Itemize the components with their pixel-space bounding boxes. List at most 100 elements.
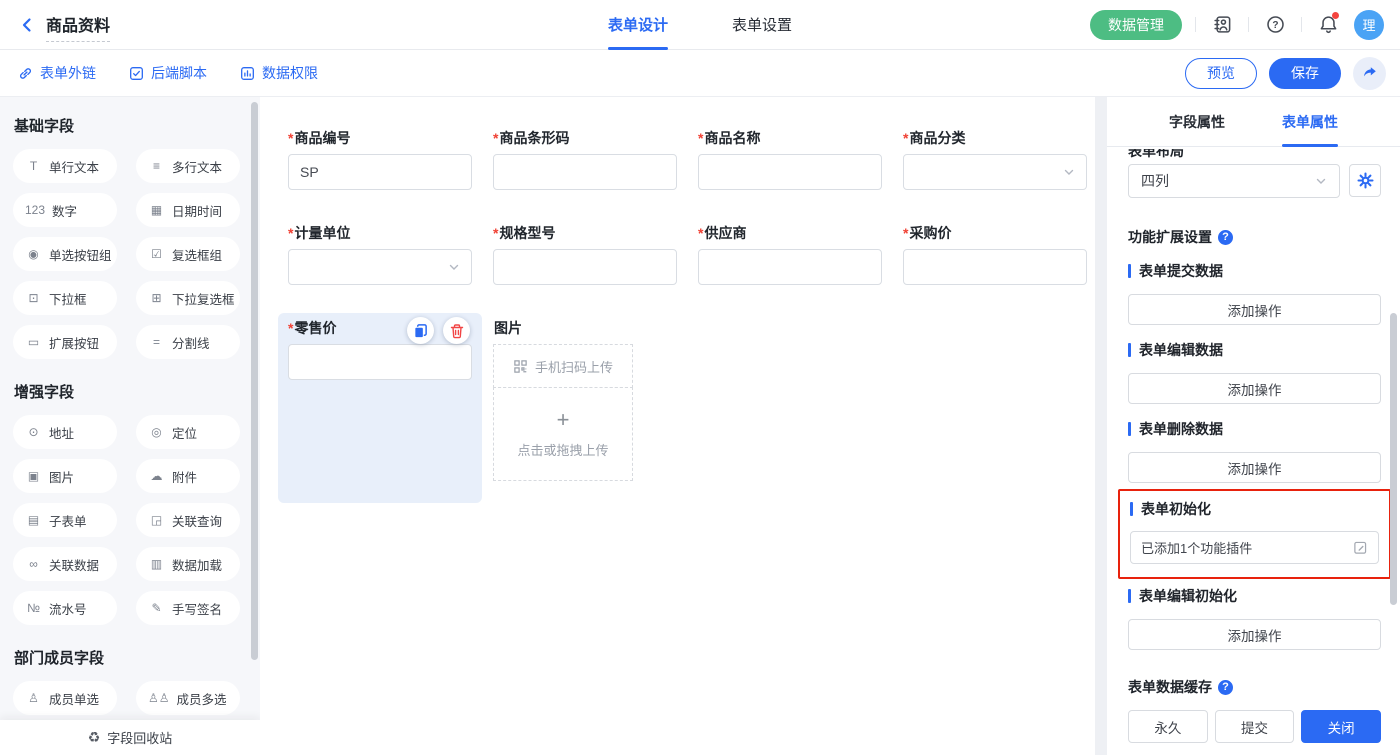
- layout-columns-select[interactable]: 四列: [1128, 164, 1340, 198]
- product-category-select[interactable]: [903, 154, 1087, 190]
- cache-title: 表单数据缓存: [1128, 677, 1212, 697]
- tab-field-properties[interactable]: 字段属性: [1169, 97, 1225, 147]
- panel-scrollbar[interactable]: [1390, 313, 1397, 605]
- field-supplier[interactable]: *供应商: [688, 218, 892, 293]
- help-icon[interactable]: ?: [1262, 12, 1288, 38]
- product-name-input[interactable]: [698, 154, 882, 190]
- cache-option-submit[interactable]: 提交: [1215, 710, 1295, 743]
- add-action-button-edit-init[interactable]: 添加操作: [1128, 619, 1381, 650]
- field-image-upload[interactable]: 图片 手机扫码上传 + 点击或拖拽上传: [483, 313, 687, 503]
- purchase-price-input[interactable]: [903, 249, 1087, 285]
- field-type-item[interactable]: ☑ 复选框组: [136, 237, 240, 271]
- chevron-down-icon: [448, 261, 460, 273]
- app-header: 商品资料 表单设计 表单设置 数据管理 ? 理: [0, 0, 1400, 50]
- copy-field-button[interactable]: [407, 317, 434, 344]
- field-type-icon: 123: [25, 203, 45, 217]
- field-type-item[interactable]: № 流水号: [13, 591, 117, 625]
- field-type-label: 子表单: [49, 511, 87, 530]
- form-title[interactable]: 商品资料: [46, 12, 110, 42]
- field-recycle-bin[interactable]: ♻ 字段回收站: [0, 720, 260, 755]
- field-type-icon: ◉: [25, 247, 42, 261]
- gear-icon: [1357, 172, 1374, 189]
- spec-model-input[interactable]: [493, 249, 677, 285]
- cache-option-closed[interactable]: 关闭: [1301, 710, 1381, 743]
- recycle-icon: ♻: [88, 729, 101, 746]
- retail-price-input[interactable]: [288, 344, 472, 380]
- field-type-label: 附件: [172, 467, 197, 486]
- field-spec-model[interactable]: *规格型号: [483, 218, 687, 293]
- field-type-item[interactable]: ▭ 扩展按钮: [13, 325, 117, 359]
- contact-book-icon[interactable]: [1209, 12, 1235, 38]
- supplier-input[interactable]: [698, 249, 882, 285]
- field-type-item[interactable]: ◲ 关联查询: [136, 503, 240, 537]
- field-type-label: 下拉框: [49, 289, 87, 308]
- properties-tabs: 字段属性 表单属性: [1107, 97, 1400, 147]
- field-retail-price-selected[interactable]: *零售价: [278, 313, 482, 503]
- tab-form-settings[interactable]: 表单设置: [732, 0, 792, 50]
- notification-bell-icon[interactable]: [1315, 12, 1341, 38]
- add-action-button-submit[interactable]: 添加操作: [1128, 294, 1381, 325]
- help-badge-icon[interactable]: ?: [1218, 230, 1233, 245]
- field-type-icon: ⊞: [148, 291, 165, 305]
- field-purchase-price[interactable]: *采购价: [893, 218, 1095, 293]
- delete-field-button[interactable]: [443, 317, 470, 344]
- field-type-item[interactable]: ▦ 日期时间: [136, 193, 240, 227]
- share-arrow-icon: [1362, 65, 1378, 81]
- avatar[interactable]: 理: [1354, 10, 1384, 40]
- field-type-item[interactable]: 123 数字: [13, 193, 117, 227]
- tab-form-properties[interactable]: 表单属性: [1282, 97, 1338, 147]
- field-type-item[interactable]: ✎ 手写签名: [136, 591, 240, 625]
- field-type-item[interactable]: ▤ 子表单: [13, 503, 117, 537]
- section-title-enhanced: 增强字段: [14, 381, 260, 402]
- field-product-number[interactable]: *商品编号: [278, 123, 482, 198]
- sidebar-scrollbar[interactable]: [251, 102, 258, 660]
- field-type-label: 成员多选: [177, 689, 227, 708]
- script-icon: [129, 66, 144, 81]
- back-chevron-icon: [18, 16, 36, 34]
- share-button[interactable]: [1353, 57, 1386, 90]
- tab-form-design[interactable]: 表单设计: [608, 0, 668, 50]
- cache-option-permanent[interactable]: 永久: [1128, 710, 1208, 743]
- field-type-item[interactable]: ▣ 图片: [13, 459, 117, 493]
- form-external-link[interactable]: 表单外链: [18, 63, 96, 83]
- field-product-barcode[interactable]: *商品条形码: [483, 123, 687, 198]
- data-manage-button[interactable]: 数据管理: [1090, 10, 1182, 40]
- section-form-delete: 表单删除数据 添加操作: [1128, 419, 1381, 483]
- field-type-item[interactable]: ⊞ 下拉复选框: [136, 281, 240, 315]
- field-product-name[interactable]: *商品名称: [688, 123, 892, 198]
- field-product-category[interactable]: *商品分类: [893, 123, 1095, 198]
- field-type-item[interactable]: ≡ 多行文本: [136, 149, 240, 183]
- layout-settings-button[interactable]: [1349, 164, 1381, 197]
- field-type-item[interactable]: ∞ 关联数据: [13, 547, 117, 581]
- form-design-canvas: *商品编号 *商品条形码 *商品名称 *商品分类 *计量单位: [260, 97, 1095, 755]
- add-action-button-edit[interactable]: 添加操作: [1128, 373, 1381, 404]
- form-init-plugin-field[interactable]: 已添加1个功能插件: [1130, 531, 1379, 564]
- field-type-item[interactable]: ◉ 单选按钮组: [13, 237, 117, 271]
- help-badge-icon[interactable]: ?: [1218, 680, 1233, 695]
- product-number-input[interactable]: [288, 154, 472, 190]
- drag-upload-area[interactable]: + 点击或拖拽上传: [493, 387, 633, 481]
- field-type-item[interactable]: ☁ 附件: [136, 459, 240, 493]
- field-type-icon: ✎: [148, 601, 165, 615]
- add-action-button-delete[interactable]: 添加操作: [1128, 452, 1381, 483]
- data-permission-link[interactable]: 数据权限: [240, 63, 318, 83]
- field-type-item[interactable]: = 分割线: [136, 325, 240, 359]
- back-button[interactable]: [18, 16, 36, 34]
- preview-button[interactable]: 预览: [1185, 58, 1257, 89]
- field-type-item[interactable]: ⊡ 下拉框: [13, 281, 117, 315]
- field-type-icon: ▥: [148, 557, 165, 571]
- save-button[interactable]: 保存: [1269, 58, 1341, 89]
- field-unit[interactable]: *计量单位: [278, 218, 482, 293]
- field-type-item[interactable]: ⊙ 地址: [13, 415, 117, 449]
- unit-select[interactable]: [288, 249, 472, 285]
- scan-upload-area[interactable]: 手机扫码上传: [493, 344, 633, 388]
- backend-script-link[interactable]: 后端脚本: [129, 63, 207, 83]
- field-type-item[interactable]: ♙♙ 成员多选: [136, 681, 240, 715]
- field-type-item[interactable]: ◎ 定位: [136, 415, 240, 449]
- field-type-item[interactable]: ▥ 数据加载: [136, 547, 240, 581]
- product-barcode-input[interactable]: [493, 154, 677, 190]
- field-type-item[interactable]: T 单行文本: [13, 149, 117, 183]
- notification-dot: [1332, 12, 1339, 19]
- field-type-item[interactable]: ♙ 成员单选: [13, 681, 117, 715]
- section-title-member: 部门成员字段: [14, 647, 260, 668]
